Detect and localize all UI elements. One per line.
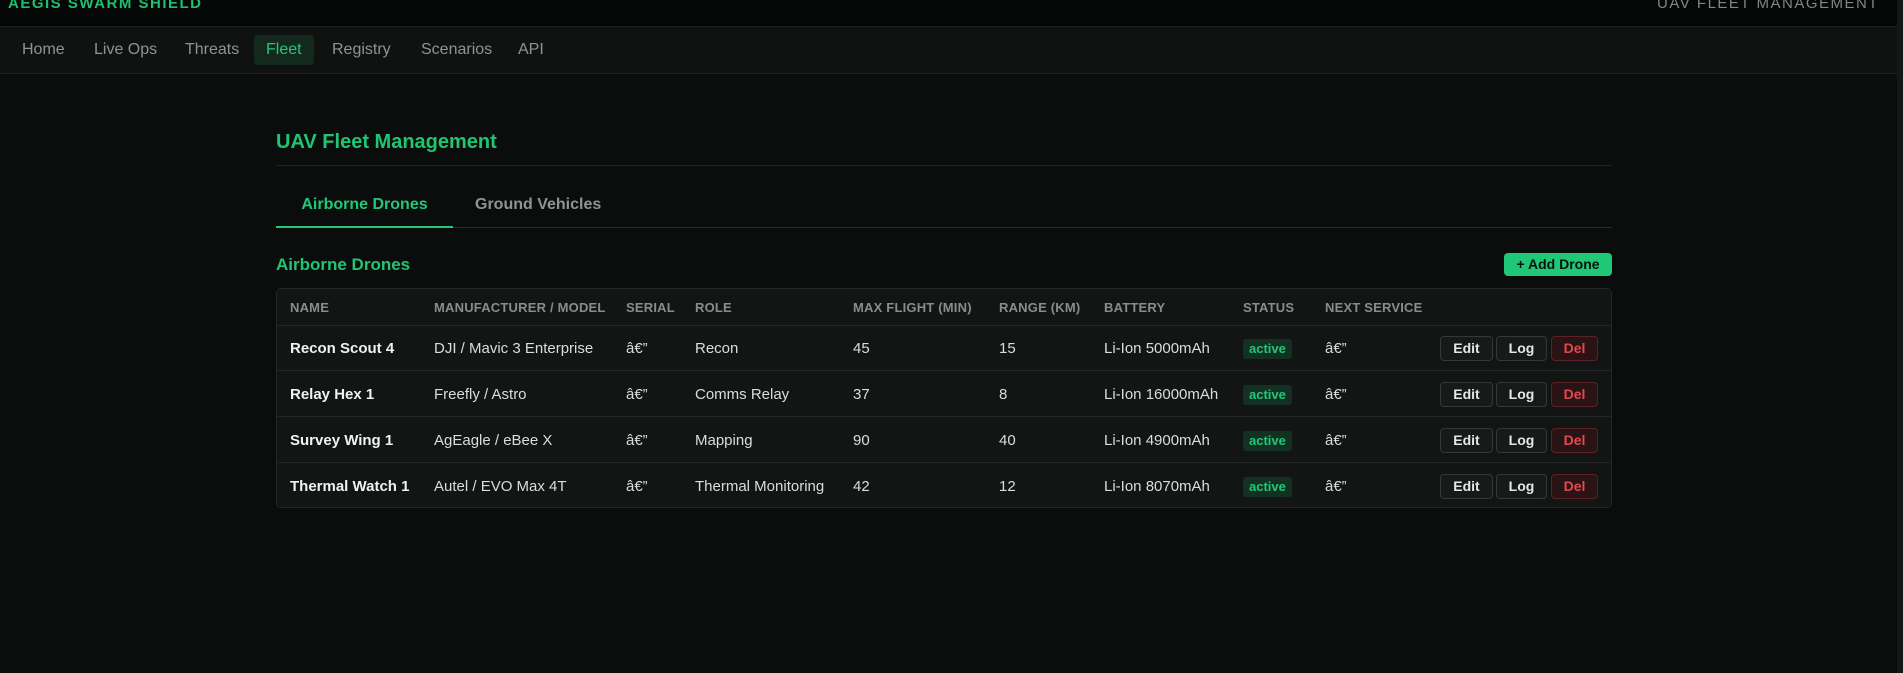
nav-item-registry[interactable]: Registry (320, 35, 403, 65)
cell-serial: â€” (626, 432, 648, 449)
cell-model: Autel / EVO Max 4T (434, 478, 567, 495)
cell-battery: Li-Ion 16000mAh (1104, 386, 1219, 403)
cell-serial: â€” (626, 478, 648, 495)
status-badge: active (1243, 477, 1292, 497)
edit-button[interactable]: Edit (1440, 336, 1493, 361)
page-scrollbar[interactable] (1897, 0, 1903, 673)
cell-range: 40 (999, 432, 1016, 449)
vehicle-tabs: Airborne Drones Ground Vehicles (276, 187, 1612, 228)
status-badge: active (1243, 385, 1292, 405)
cell-next-service: â€” (1325, 340, 1347, 357)
cell-serial: â€” (626, 340, 648, 357)
cell-name: Thermal Watch 1 (290, 478, 410, 495)
cell-max-flight: 42 (853, 478, 870, 495)
nav-item-threats[interactable]: Threats (173, 35, 251, 65)
section-title: Airborne Drones (276, 255, 411, 274)
cell-role: Comms Relay (695, 386, 790, 403)
tab-ground-vehicles[interactable]: Ground Vehicles (475, 187, 601, 228)
drones-table: Name Manufacturer / Model Serial Role Ma… (276, 288, 1612, 508)
cell-role: Recon (695, 340, 739, 357)
column-header-role: Role (695, 300, 732, 315)
cell-battery: Li-Ion 5000mAh (1104, 340, 1210, 357)
nav-item-fleet[interactable]: Fleet (254, 35, 314, 65)
column-header-status: Status (1243, 300, 1295, 315)
cell-model: DJI / Mavic 3 Enterprise (434, 340, 594, 357)
add-drone-button[interactable]: + Add Drone (1504, 253, 1612, 276)
cell-model: AgEagle / eBee X (434, 432, 553, 449)
delete-button[interactable]: Del (1551, 336, 1598, 361)
delete-button[interactable]: Del (1551, 382, 1598, 407)
cell-battery: Li-Ion 8070mAh (1104, 478, 1210, 495)
title-divider (276, 165, 1612, 166)
cell-model: Freefly / Astro (434, 386, 527, 403)
cell-name: Survey Wing 1 (290, 432, 394, 449)
log-button[interactable]: Log (1496, 336, 1547, 361)
cell-role: Mapping (695, 432, 753, 449)
status-badge: active (1243, 431, 1292, 451)
cell-role: Thermal Monitoring (695, 478, 825, 495)
table-header: Name Manufacturer / Model Serial Role Ma… (277, 289, 1611, 326)
column-header-range: Range (km) (999, 300, 1081, 315)
cell-name: Relay Hex 1 (290, 386, 375, 403)
column-header-battery: Battery (1104, 300, 1166, 315)
table-row: Relay Hex 1 Freefly / Astro â€” Comms Re… (277, 372, 1611, 417)
delete-button[interactable]: Del (1551, 474, 1598, 499)
cell-next-service: â€” (1325, 432, 1347, 449)
cell-next-service: â€” (1325, 478, 1347, 495)
column-header-max-flight: Max Flight (min) (853, 300, 972, 315)
table-row: Survey Wing 1 AgEagle / eBee X â€” Mappi… (277, 418, 1611, 463)
nav-item-live-ops[interactable]: Live Ops (82, 35, 169, 65)
nav-item-scenarios[interactable]: Scenarios (409, 35, 504, 65)
edit-button[interactable]: Edit (1440, 474, 1493, 499)
delete-button[interactable]: Del (1551, 428, 1598, 453)
nav-item-api[interactable]: API (506, 35, 556, 65)
cell-battery: Li-Ion 4900mAh (1104, 432, 1210, 449)
cell-range: 8 (999, 386, 1008, 403)
cell-name: Recon Scout 4 (290, 340, 395, 357)
edit-button[interactable]: Edit (1440, 428, 1493, 453)
column-header-name: Name (290, 300, 330, 315)
cell-range: 15 (999, 340, 1016, 357)
page-context-label: UAV FLEET MANAGEMENT (1657, 0, 1879, 12)
status-badge: active (1243, 339, 1292, 359)
column-header-serial: Serial (626, 300, 675, 315)
column-header-next-service: Next Service (1325, 300, 1423, 315)
log-button[interactable]: Log (1496, 474, 1547, 499)
log-button[interactable]: Log (1496, 382, 1547, 407)
cell-max-flight: 45 (853, 340, 870, 357)
log-button[interactable]: Log (1496, 428, 1547, 453)
table-row: Thermal Watch 1 Autel / EVO Max 4T â€” T… (277, 464, 1611, 507)
top-bar: AEGIS SWARM SHIELD UAV FLEET MANAGEMENT (0, 0, 1903, 27)
column-header-model: Manufacturer / Model (434, 300, 606, 315)
edit-button[interactable]: Edit (1440, 382, 1493, 407)
tab-airborne-drones[interactable]: Airborne Drones (276, 187, 453, 228)
cell-max-flight: 37 (853, 386, 870, 403)
main-nav: Home Live Ops Threats Fleet Registry Sce… (0, 27, 1903, 74)
nav-item-home[interactable]: Home (10, 35, 77, 65)
cell-max-flight: 90 (853, 432, 870, 449)
table-row: Recon Scout 4 DJI / Mavic 3 Enterprise â… (277, 326, 1611, 371)
page-title: UAV Fleet Management (276, 131, 497, 153)
brand-logo-text: AEGIS SWARM SHIELD (8, 0, 203, 12)
cell-range: 12 (999, 478, 1016, 495)
cell-serial: â€” (626, 386, 648, 403)
cell-next-service: â€” (1325, 386, 1347, 403)
